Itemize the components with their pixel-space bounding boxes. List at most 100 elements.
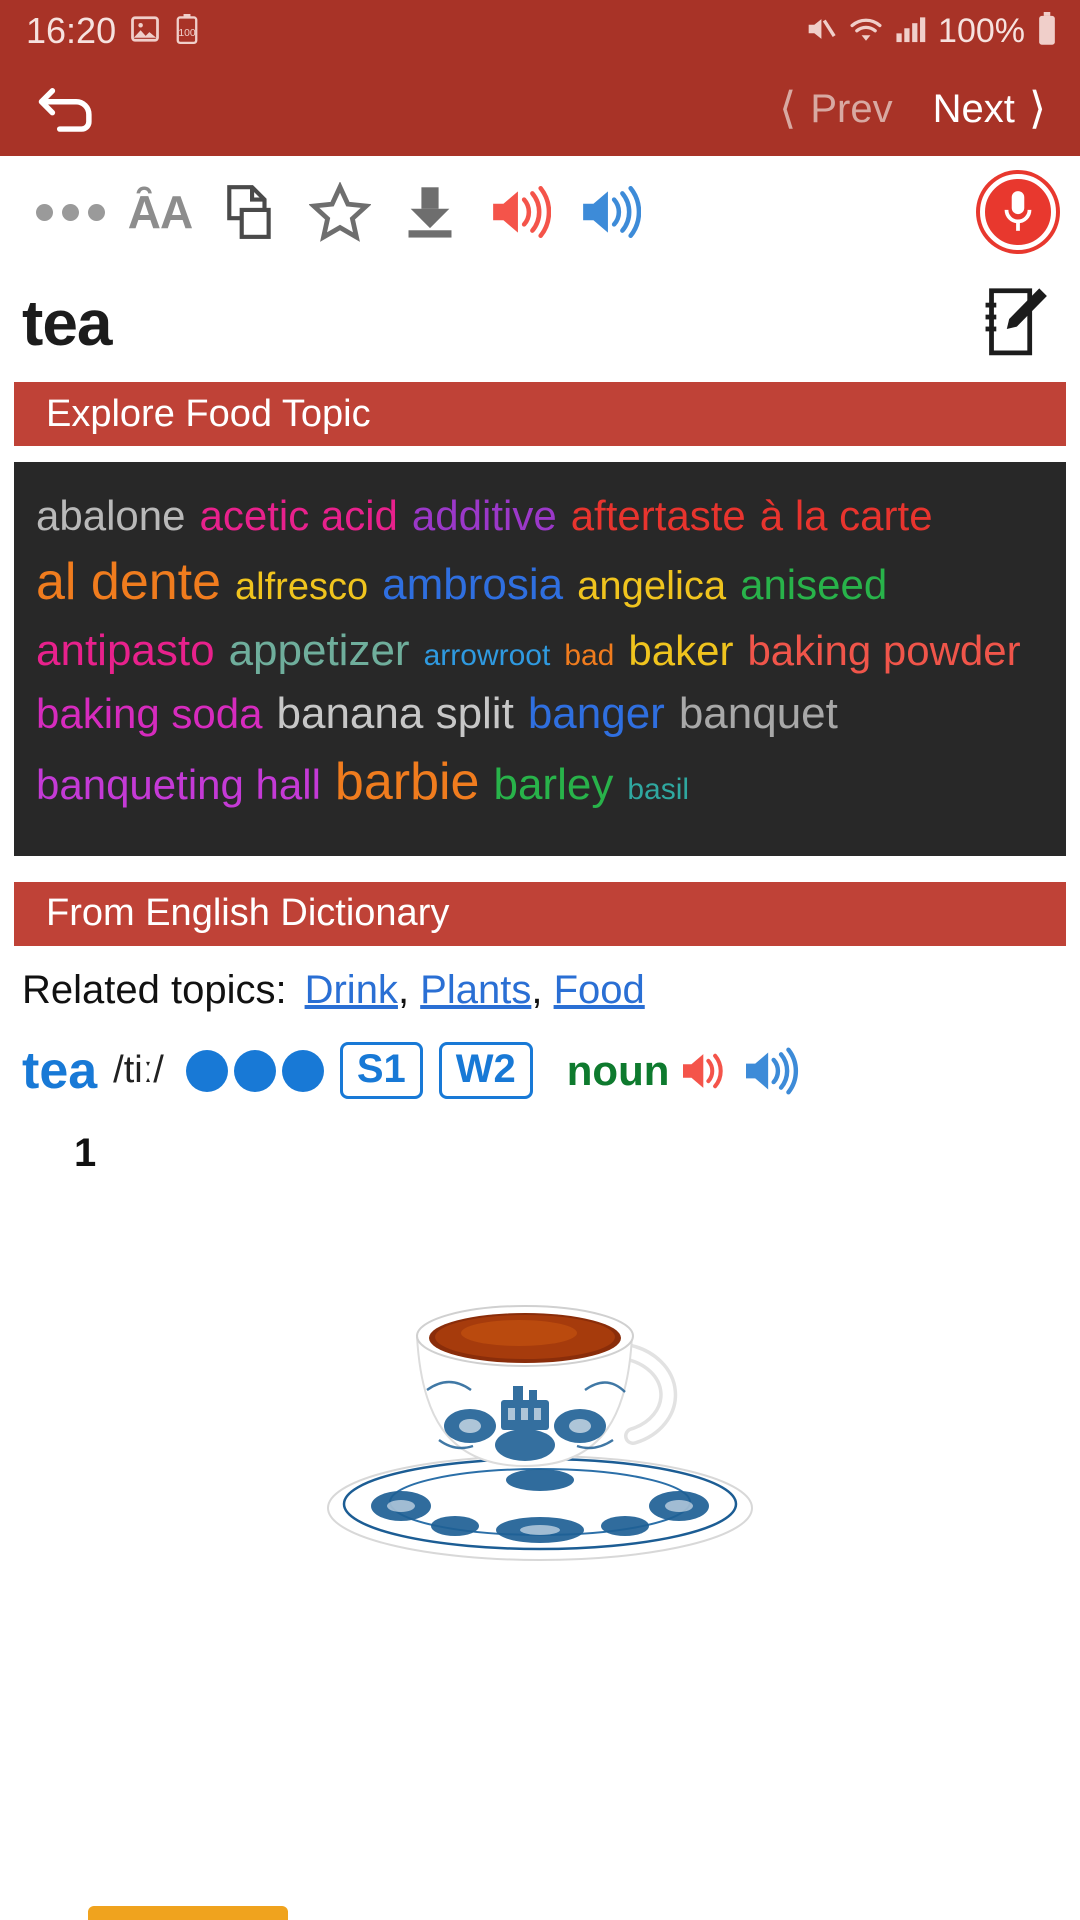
word-cloud-term[interactable]: baking powder xyxy=(747,627,1020,674)
note-edit-icon xyxy=(985,288,1047,356)
teacup-and-saucer-image xyxy=(305,1240,775,1570)
related-topics-links: Drink, Plants, Food xyxy=(305,968,645,1012)
speaker-uk-icon xyxy=(746,1047,799,1094)
frequency-dot xyxy=(233,1049,276,1092)
entry-play-us-audio-button[interactable] xyxy=(679,1049,731,1093)
dictionary-source-bar[interactable]: From English Dictionary xyxy=(14,881,1066,946)
word-cloud-term[interactable]: à la carte xyxy=(760,492,933,539)
frequency-dot xyxy=(281,1049,324,1092)
related-topic-link-drink[interactable]: Drink xyxy=(305,968,398,1012)
entry-word: tea xyxy=(22,1041,98,1100)
action-toolbar: ȂA xyxy=(0,156,1080,268)
battery-percent-label: 100% xyxy=(938,11,1025,50)
word-cloud-term[interactable]: baking soda xyxy=(36,690,263,737)
svg-text:100: 100 xyxy=(178,27,196,38)
back-button[interactable] xyxy=(34,76,100,142)
copy-button[interactable] xyxy=(206,168,294,256)
dictionary-app-screen: 16:20 100 100% ⟨ Prev Next ⟩ ȂA tea Exp… xyxy=(0,0,1080,1920)
word-cloud-term[interactable]: ambrosia xyxy=(382,560,563,609)
word-cloud-term[interactable]: bad xyxy=(564,639,614,672)
nav-pager: ⟨ Prev Next ⟩ xyxy=(771,83,1054,136)
more-options-button[interactable] xyxy=(26,168,114,256)
word-cloud-term[interactable]: acetic acid xyxy=(199,492,397,539)
entry-play-uk-audio-button[interactable] xyxy=(741,1047,799,1095)
dictionary-entry: Related topics: Drink, Plants, Food tea /… xyxy=(0,946,1080,1570)
entry-header-line: tea /tiː/ S1 W2 noun xyxy=(22,1041,1058,1101)
prev-label: Prev xyxy=(810,86,893,131)
copy-icon xyxy=(227,185,271,239)
next-label: Next xyxy=(932,86,1015,131)
download-icon xyxy=(408,187,452,238)
mute-icon xyxy=(803,12,837,51)
next-button[interactable]: Next ⟩ xyxy=(925,83,1054,136)
prev-button[interactable]: ⟨ Prev xyxy=(771,83,900,136)
word-cloud-term[interactable]: banger xyxy=(528,689,665,738)
badge-s1[interactable]: S1 xyxy=(339,1042,423,1100)
pronunciation-label: /tiː/ xyxy=(113,1049,164,1092)
word-cloud-row: abalone acetic acid additive aftertaste à la… xyxy=(36,488,1044,544)
related-topics-row: Related topics: Drink, Plants, Food xyxy=(22,968,1058,1013)
speaker-us-icon xyxy=(493,185,551,239)
word-cloud-term[interactable]: al dente xyxy=(36,553,221,611)
navigation-bar: ⟨ Prev Next ⟩ xyxy=(0,62,1080,156)
bottom-strip xyxy=(0,1902,1080,1920)
word-cloud-term[interactable]: abalone xyxy=(36,492,185,539)
word-cloud-term[interactable]: additive xyxy=(412,492,557,539)
word-cloud-term[interactable]: aftertaste xyxy=(571,492,746,539)
status-bar-right: 100% xyxy=(803,11,1058,51)
word-cloud-row: baking soda banana split banger banquet xyxy=(36,685,1044,744)
font-size-button[interactable]: ȂA xyxy=(116,168,204,256)
word-cloud-row: banqueting hall barbie barley basil xyxy=(36,748,1044,818)
word-cloud-term[interactable]: aniseed xyxy=(740,561,887,608)
favorite-button[interactable] xyxy=(296,168,384,256)
word-cloud-term[interactable]: baker xyxy=(628,627,733,674)
play-us-audio-button[interactable] xyxy=(476,168,564,256)
link-separator: , xyxy=(531,967,554,1012)
cell-signal-icon xyxy=(895,14,927,49)
status-bar: 16:20 100 100% xyxy=(0,0,1080,62)
word-cloud-term[interactable]: barley xyxy=(493,760,613,809)
word-cloud-term[interactable]: banqueting hall xyxy=(36,761,321,808)
related-topic-link-food[interactable]: Food xyxy=(554,968,645,1012)
headword-row: tea xyxy=(0,268,1080,382)
status-bar-left: 16:20 100 xyxy=(26,10,200,52)
badge-w2[interactable]: W2 xyxy=(438,1042,533,1100)
word-cloud-term[interactable]: barbie xyxy=(335,753,480,811)
word-cloud-term[interactable]: antipasto xyxy=(36,626,215,675)
word-cloud-term[interactable]: banana split xyxy=(277,689,514,738)
image-icon xyxy=(130,14,160,49)
word-cloud-term[interactable]: appetizer xyxy=(229,626,410,675)
explore-topic-bar[interactable]: Explore Food Topic xyxy=(14,382,1066,446)
play-uk-audio-button[interactable] xyxy=(566,168,654,256)
microphone-button[interactable] xyxy=(980,174,1056,250)
back-arrow-icon xyxy=(38,88,92,132)
frequency-dot xyxy=(185,1049,228,1092)
page-title: tea xyxy=(22,287,112,359)
word-cloud-term[interactable]: banquet xyxy=(679,689,838,738)
word-cloud-term[interactable]: angelica xyxy=(577,564,726,608)
font-size-icon: ȂA xyxy=(127,186,193,238)
frequency-dots xyxy=(185,1049,324,1092)
related-topic-link-plants[interactable]: Plants xyxy=(420,968,531,1012)
status-time: 16:20 xyxy=(26,10,117,51)
word-cloud-row: antipasto appetizer arrowroot bad baker bakin… xyxy=(36,622,1044,681)
more-options-icon xyxy=(35,203,105,221)
word-cloud-row: al dente alfresco ambrosia angelica aniseed xyxy=(36,548,1044,618)
entry-illustration xyxy=(22,1240,1058,1570)
word-cloud-term[interactable]: basil xyxy=(627,773,689,806)
bottom-action-button[interactable] xyxy=(88,1906,288,1920)
word-cloud-term[interactable]: alfresco xyxy=(235,566,368,608)
word-cloud-term[interactable]: arrowroot xyxy=(424,639,551,672)
battery-saver-icon: 100 xyxy=(174,13,200,49)
topic-word-cloud: abalone acetic acid additive aftertaste à la… xyxy=(14,462,1066,856)
note-edit-button[interactable] xyxy=(974,284,1052,362)
battery-icon xyxy=(1036,11,1058,51)
download-button[interactable] xyxy=(386,168,474,256)
speaker-uk-icon xyxy=(583,185,641,239)
speaker-us-icon xyxy=(683,1053,724,1088)
sense-number: 1 xyxy=(74,1130,97,1175)
chevron-right-icon: ⟩ xyxy=(1028,84,1046,133)
link-separator: , xyxy=(397,967,421,1012)
related-topics-label: Related topics: xyxy=(22,967,287,1012)
chevron-left-icon: ⟨ xyxy=(779,84,797,133)
